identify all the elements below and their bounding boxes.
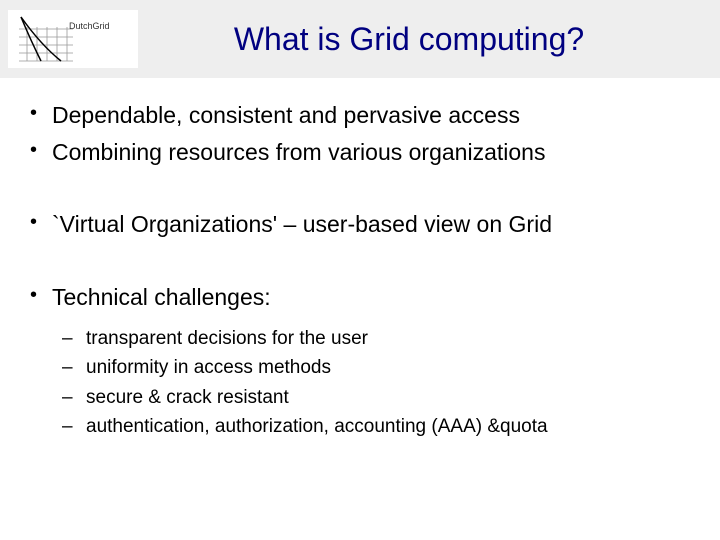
sub-bullet-item: transparent decisions for the user	[70, 324, 690, 353]
bullet-item: `Virtual Organizations' – user-based vie…	[52, 207, 690, 242]
sub-bullet-item: authentication, authorization, accountin…	[70, 412, 690, 441]
logo-text: DutchGrid	[69, 21, 110, 31]
bullet-item: Dependable, consistent and pervasive acc…	[52, 98, 690, 133]
slide-content: Dependable, consistent and pervasive acc…	[0, 78, 720, 442]
bullet-item: Combining resources from various organiz…	[52, 135, 690, 170]
header-band: DutchGrid What is Grid computing?	[0, 0, 720, 78]
bullet-label: Technical challenges:	[52, 284, 271, 310]
slide-title: What is Grid computing?	[138, 21, 720, 58]
logo-dutchgrid: DutchGrid	[8, 10, 138, 68]
sub-bullet-item: secure & crack resistant	[70, 383, 690, 412]
sub-bullet-item: uniformity in access methods	[70, 353, 690, 382]
bullet-item: Technical challenges: transparent decisi…	[52, 280, 690, 442]
